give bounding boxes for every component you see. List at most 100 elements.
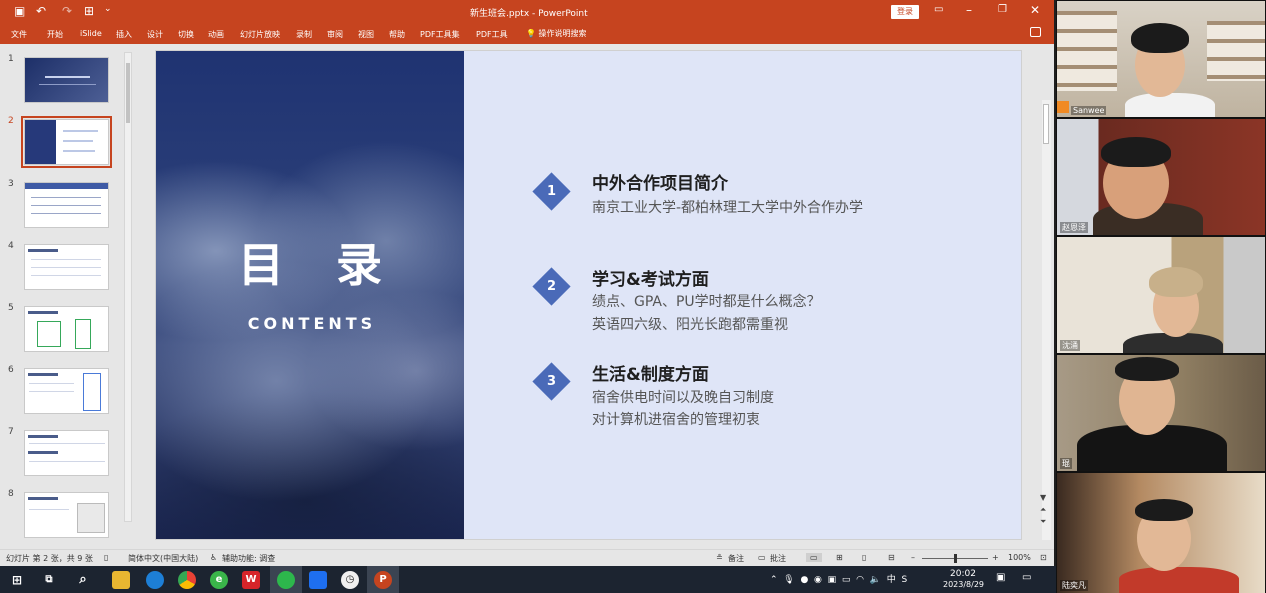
windows-taskbar: ⊞ ⧉ ⌕ e W ◷ P ⌃ 🎙 ● ◉ ▣ ▭ ◠ 🔈 中 S 20:02 … — [0, 566, 1056, 593]
screen-icon[interactable]: ▣ — [996, 572, 1005, 583]
item-3-number: 3 — [546, 374, 557, 389]
app-tray-icon[interactable]: ● — [800, 575, 808, 585]
thumb-number: 5 — [8, 303, 14, 313]
tab-design[interactable]: 设计 — [147, 29, 163, 40]
comments-status-icon: ▭ — [758, 553, 766, 562]
powerpoint-window: ▣ ↶ ↷ ⊞ ⌄ 新生班会.pptx - PowerPoint 登录 ▭ – … — [0, 0, 1054, 566]
login-button[interactable]: 登录 — [891, 5, 919, 19]
current-slide[interactable]: 目 录 CONTENTS 1 中外合作项目简介 南京工业大学-都柏林理工大学中外… — [155, 50, 1022, 540]
minimize-icon[interactable]: – — [966, 3, 972, 17]
thumbnails-scrollbar[interactable] — [124, 52, 132, 522]
save-icon[interactable]: ▣ — [14, 4, 25, 18]
undo-icon[interactable]: ↶ — [36, 4, 46, 18]
slide-thumbnail-6[interactable] — [24, 368, 109, 414]
thumbnails-scroll-thumb[interactable] — [126, 63, 130, 123]
fit-to-window-icon[interactable]: ⊡ — [1040, 553, 1047, 562]
tab-insert[interactable]: 插入 — [116, 29, 132, 40]
customize-toolbar-icon[interactable]: ⌄ — [104, 4, 112, 14]
zoom-slider-knob[interactable] — [954, 554, 957, 563]
scroll-down-icon[interactable]: ▼ — [1040, 492, 1046, 504]
search-icon[interactable]: ⌕ — [74, 571, 92, 589]
tab-pdf-tools[interactable]: PDF工具 — [476, 29, 508, 40]
tab-record[interactable]: 录制 — [296, 29, 312, 40]
participant-tile[interactable]: 沈涌 — [1057, 237, 1265, 353]
slideshow-icon[interactable]: ⊟ — [888, 553, 895, 562]
tab-animations[interactable]: 动画 — [208, 29, 224, 40]
tab-slideshow[interactable]: 幻灯片放映 — [240, 29, 280, 40]
windows-start-icon[interactable]: ⊞ — [8, 571, 26, 589]
input-method-indicator[interactable]: 中 — [887, 575, 896, 585]
language-status[interactable]: 简体中文(中国大陆) — [128, 553, 198, 564]
meeting-tray-icon[interactable]: ▣ — [828, 575, 837, 585]
slide-thumbnail-4[interactable] — [24, 244, 109, 290]
wifi-icon[interactable]: ◠ — [856, 575, 864, 585]
participant-tile[interactable]: 陆奕凡 — [1057, 473, 1265, 593]
zoom-level[interactable]: 100% — [1008, 553, 1031, 562]
slide-thumbnail-8[interactable] — [24, 492, 109, 538]
item-3-line: 对计算机进宿舍的管理初衷 — [592, 412, 760, 428]
tab-pdf-toolkit[interactable]: PDF工具集 — [420, 29, 460, 40]
tab-review[interactable]: 审阅 — [327, 29, 343, 40]
ime-icon[interactable]: S — [901, 575, 907, 585]
tab-home[interactable]: 开始 — [47, 29, 63, 40]
tab-view[interactable]: 视图 — [358, 29, 374, 40]
tray-expand-icon[interactable]: ⌃ — [770, 575, 778, 585]
comments-icon[interactable] — [1030, 27, 1041, 37]
ribbon-display-icon[interactable]: ▭ — [934, 4, 943, 15]
powerpoint-icon[interactable]: P — [374, 571, 392, 589]
slide-title: 目 录 — [237, 238, 400, 292]
close-icon[interactable]: ✕ — [1030, 3, 1040, 17]
wps-icon[interactable]: W — [242, 571, 260, 589]
next-slide-icon[interactable]: ⏷ — [1040, 516, 1046, 528]
accessibility-icon[interactable]: ♿ — [210, 553, 217, 562]
clock-date[interactable]: 2023/8/29 — [943, 580, 984, 589]
file-explorer-icon[interactable] — [112, 571, 130, 589]
thumb-number: 7 — [8, 427, 14, 437]
reading-view-icon[interactable]: ▯ — [862, 553, 866, 562]
zoom-out-icon[interactable]: – — [911, 553, 915, 562]
wechat-tray-icon[interactable]: ◉ — [814, 575, 822, 585]
tencent-meeting-icon[interactable] — [309, 571, 327, 589]
slide-thumbnail-2[interactable] — [21, 116, 112, 168]
volume-icon[interactable]: 🔈 — [870, 575, 881, 585]
notifications-icon[interactable]: ▭ — [1022, 572, 1031, 583]
clock-app-icon[interactable]: ◷ — [341, 571, 359, 589]
comments-button[interactable]: 批注 — [770, 553, 786, 564]
slide-sorter-icon[interactable]: ⊞ — [836, 553, 843, 562]
microphone-icon[interactable]: 🎙 — [783, 575, 794, 585]
slide-thumbnail-3[interactable] — [24, 182, 109, 228]
task-view-icon[interactable]: ⧉ — [40, 571, 58, 589]
clock-time[interactable]: 20:02 — [950, 569, 976, 579]
slide-thumbnail-1[interactable] — [24, 57, 109, 103]
thumb-number: 2 — [8, 116, 14, 126]
slide-thumbnail-5[interactable] — [24, 306, 109, 352]
participant-tile[interactable]: 赵恩泽 — [1057, 119, 1265, 235]
spelling-icon[interactable]: ▯ — [104, 553, 108, 562]
tab-islide[interactable]: iSlide — [80, 29, 102, 38]
zoom-in-icon[interactable]: + — [992, 553, 999, 562]
normal-view-icon[interactable]: ▭ — [806, 553, 822, 562]
slide-scrollbar[interactable] — [1042, 100, 1051, 540]
restore-icon[interactable]: ❐ — [998, 4, 1007, 15]
tab-file[interactable]: 文件 — [11, 29, 27, 40]
previous-slide-icon[interactable]: ⏶ — [1040, 504, 1046, 516]
notes-icon: ≗ — [716, 553, 723, 562]
participant-name: 沈涌 — [1060, 340, 1080, 351]
present-icon[interactable]: ⊞ — [84, 4, 94, 18]
battery-icon[interactable]: ▭ — [842, 575, 851, 585]
chrome-icon[interactable] — [178, 571, 196, 589]
wechat-icon[interactable] — [277, 571, 295, 589]
accessibility-status[interactable]: 辅助功能: 调查 — [222, 553, 275, 564]
browser-e-icon[interactable]: e — [210, 571, 228, 589]
tell-me-search[interactable]: 💡 操作说明搜索 — [526, 28, 587, 39]
edge-icon[interactable] — [146, 571, 164, 589]
slide-thumbnail-7[interactable] — [24, 430, 109, 476]
redo-icon[interactable]: ↷ — [62, 4, 72, 18]
system-tray: ⌃ 🎙 ● ◉ ▣ ▭ ◠ 🔈 中 S — [770, 572, 907, 585]
participant-tile[interactable]: Sanwee — [1057, 1, 1265, 117]
tab-help[interactable]: 帮助 — [389, 29, 405, 40]
notes-button[interactable]: 备注 — [728, 553, 744, 564]
slide-scroll-thumb[interactable] — [1043, 104, 1049, 144]
participant-tile[interactable]: 琨 — [1057, 355, 1265, 471]
tab-transitions[interactable]: 切换 — [178, 29, 194, 40]
